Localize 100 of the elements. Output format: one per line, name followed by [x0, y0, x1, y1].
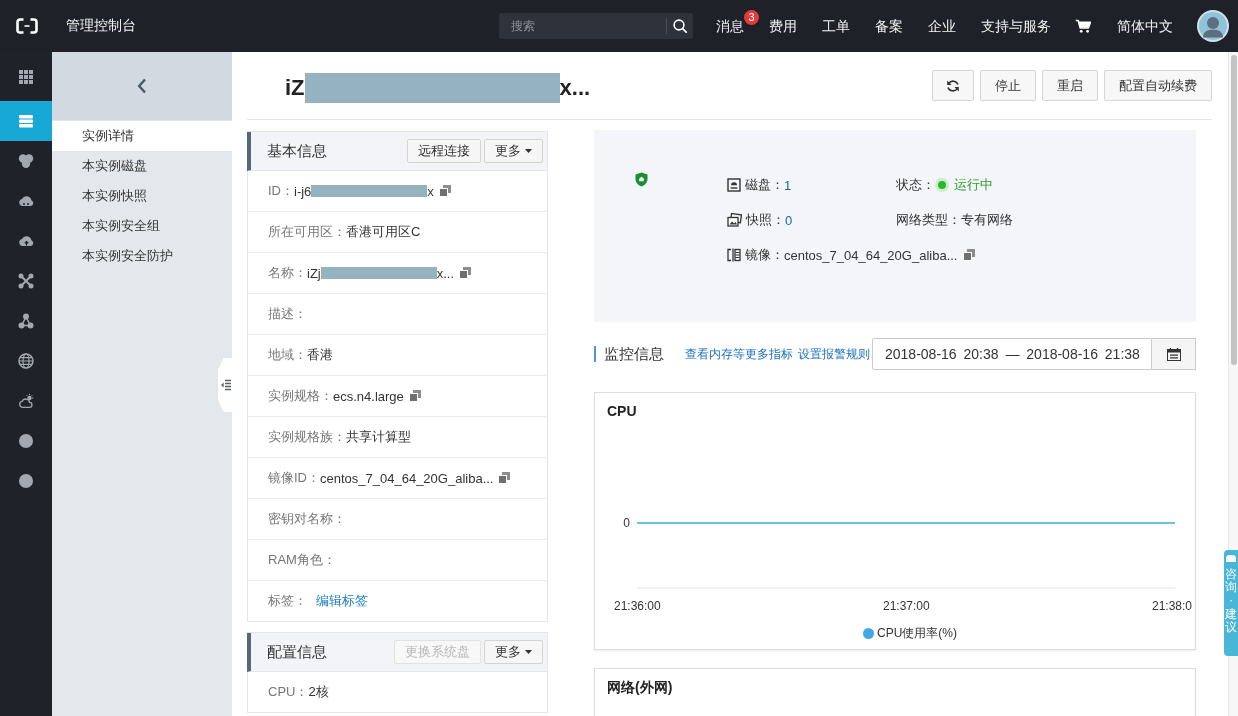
console-title[interactable]: 管理控制台	[66, 17, 136, 35]
date-range-field[interactable]: 2018-08-16 20:38 — 2018-08-16 21:38	[872, 338, 1152, 370]
back-icon[interactable]	[137, 78, 147, 94]
section-title: 配置信息	[267, 642, 328, 662]
side-menu-item[interactable]: 本实例安全防护	[52, 241, 232, 271]
section-title: 基本信息	[267, 141, 328, 161]
field-label: 实例规格族：	[268, 428, 346, 446]
axis-label: 21:37:00	[883, 599, 930, 613]
side-menu-item[interactable]: 实例详情	[52, 121, 232, 151]
section-title: 监控信息	[594, 346, 664, 362]
copy-icon[interactable]	[459, 267, 472, 279]
chart-title: 网络(外网)	[607, 679, 673, 695]
field-value: 香港	[307, 346, 333, 364]
field-label: RAM角色：	[268, 551, 336, 569]
chart-title: CPU	[607, 403, 637, 419]
field-label: 所在可用区：	[268, 223, 346, 241]
nav-link[interactable]: 企业	[928, 17, 956, 35]
action-button[interactable]: 停止	[980, 70, 1036, 101]
field-value: x...	[436, 265, 455, 281]
cluster-icon	[18, 153, 34, 169]
field-label: CPU：	[268, 683, 309, 701]
axis-label: 21:36:00	[614, 599, 661, 613]
cart-icon[interactable]	[1075, 19, 1091, 33]
split-box-icon	[727, 248, 741, 262]
field-value: iZj	[307, 265, 321, 281]
cloud-upload-icon	[18, 233, 34, 249]
search-button[interactable]	[666, 13, 693, 39]
globe-icon	[18, 353, 34, 369]
field-link[interactable]: 编辑标签	[316, 592, 368, 610]
copy-icon[interactable]	[408, 390, 421, 402]
calendar-icon	[1166, 347, 1181, 361]
nodes-icon	[18, 313, 34, 329]
field-label: 密钥对名称：	[268, 510, 346, 528]
field-value: i-j6	[294, 183, 312, 199]
refresh-icon	[946, 78, 960, 93]
copy-icon[interactable]	[438, 185, 451, 197]
copy-icon[interactable]	[963, 249, 976, 261]
server-icon	[18, 113, 34, 129]
field-value: 2核	[308, 683, 329, 701]
field-label: 状态：	[896, 176, 935, 194]
field-label: 镜像ID：	[268, 469, 320, 487]
field-value: ecs.n4.large	[333, 388, 404, 404]
calendar-button[interactable]	[1152, 338, 1196, 370]
card-button[interactable]: 更多	[484, 640, 543, 664]
field-value: centos_7_04_64_20G_aliba...	[784, 247, 958, 263]
side-menu-item[interactable]: 本实例磁盘	[52, 151, 232, 181]
cloud-sun-icon	[18, 393, 34, 409]
field-value: 共享计算型	[346, 428, 411, 446]
monitor-link[interactable]: 查看内存等更多指标	[685, 345, 793, 363]
legend-label: CPU使用率(%)	[877, 625, 957, 642]
grid-icon	[18, 68, 34, 85]
field-label: 磁盘：	[745, 176, 784, 194]
instance-title: iZ	[285, 74, 305, 101]
chat-icon	[1226, 555, 1236, 562]
field-value: 香港可用区C	[346, 223, 421, 241]
field-label: 地域：	[268, 346, 307, 364]
language-menu[interactable]: 简体中文	[1117, 17, 1173, 35]
collapse-handle[interactable]	[218, 358, 232, 412]
card-button[interactable]: 更多	[484, 139, 543, 163]
count-link[interactable]: 0	[785, 212, 793, 228]
monitor-link[interactable]: 设置报警规则	[798, 345, 870, 363]
shield-icon	[635, 172, 648, 187]
cloud-icon	[18, 193, 34, 209]
count-link[interactable]: 1	[784, 177, 792, 193]
collapse-icon	[221, 379, 231, 391]
field-value: centos_7_04_64_20G_aliba...	[320, 470, 494, 486]
copy-icon[interactable]	[498, 472, 511, 484]
nav-link[interactable]: 支持与服务	[981, 17, 1051, 35]
axis-label: 21:38:0	[1152, 599, 1193, 613]
status-dot-icon	[935, 178, 949, 192]
nav-link[interactable]: 工单	[822, 17, 850, 35]
side-menu-item[interactable]: 本实例快照	[52, 181, 232, 211]
refresh-button[interactable]	[932, 70, 974, 101]
field-value: 专有网络	[961, 211, 1013, 229]
field-label: 网络类型：	[896, 211, 961, 229]
field-label: 名称：	[268, 264, 307, 282]
logo-icon[interactable]	[16, 18, 38, 34]
axis-label: 0	[623, 516, 630, 530]
field-label: 实例规格：	[268, 387, 333, 405]
x-nodes-icon	[18, 273, 34, 289]
search-icon	[672, 19, 687, 33]
scrollbar-thumb[interactable]	[1231, 55, 1237, 365]
nav-link[interactable]: 消息	[716, 17, 744, 35]
photo-stack-icon	[727, 213, 742, 227]
action-button[interactable]: 重启	[1042, 70, 1098, 101]
notification-badge: 3	[744, 10, 759, 25]
instance-title: x...	[559, 74, 591, 101]
action-button[interactable]: 配置自动续费	[1104, 70, 1212, 101]
card-button[interactable]: 远程连接	[407, 139, 481, 163]
field-label: ID：	[268, 182, 294, 200]
status-text: 运行中	[954, 176, 993, 194]
nav-link[interactable]: 备案	[875, 17, 903, 35]
field-label: 快照：	[746, 211, 785, 229]
field-label: 标签：	[268, 592, 307, 610]
field-label: 镜像：	[745, 246, 784, 264]
side-menu-item[interactable]: 本实例安全组	[52, 211, 232, 241]
nav-link[interactable]: 费用	[769, 17, 797, 35]
avatar-icon[interactable]	[1197, 10, 1229, 42]
field-value: x	[427, 183, 434, 199]
search-field[interactable]: 搜索	[499, 13, 666, 39]
